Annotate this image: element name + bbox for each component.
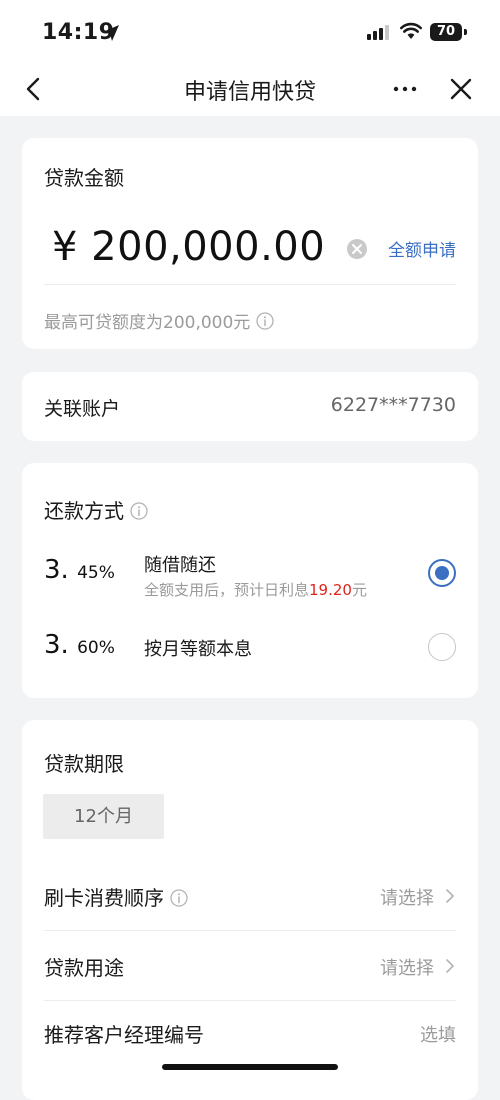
loan-amount-card: 贷款金额 ¥ 200,000.00 全额申请 最高可贷额度为200,000元	[22, 138, 478, 349]
manager-id-input[interactable]: 选填	[420, 1021, 456, 1047]
row-label: 贷款用途	[44, 956, 124, 980]
info-icon[interactable]	[256, 312, 274, 330]
home-indicator	[162, 1064, 338, 1070]
term-option-chip[interactable]: 12个月	[43, 794, 164, 839]
loan-amount-input[interactable]: ¥ 200,000.00	[52, 224, 325, 270]
linked-account-label: 关联账户	[44, 398, 121, 420]
rate-int: 3.	[44, 630, 69, 660]
daily-interest-suffix: 元	[351, 581, 367, 599]
radio-unselected[interactable]	[428, 633, 456, 661]
repayment-option-title: 随借随还	[144, 555, 216, 576]
daily-interest-amount: 19.20	[309, 581, 352, 599]
full-apply-link[interactable]: 全额申请	[388, 236, 456, 261]
battery-icon: 70	[430, 23, 462, 41]
loan-term-card: 贷款期限 12个月 刷卡消费顺序 请选择 贷款用途 请选择 推荐客户经理编号 选…	[22, 720, 478, 1100]
close-icon[interactable]	[448, 76, 474, 102]
battery-tip	[464, 29, 467, 35]
max-limit-text: 最高可贷额度为200,000元	[44, 313, 251, 333]
page-title: 申请信用快贷	[183, 80, 316, 105]
row-value: 请选择	[380, 888, 434, 909]
rate-dec: 45%	[77, 563, 115, 583]
info-icon[interactable]	[170, 889, 188, 907]
linked-account-card[interactable]: 关联账户 6227***7730	[22, 372, 478, 441]
interest-rate: 3. 60%	[44, 630, 115, 660]
divider	[44, 284, 456, 285]
row-value: 请选择	[380, 958, 434, 979]
chevron-right-icon	[446, 959, 455, 973]
divider	[44, 930, 456, 931]
linked-account-number: 6227***7730	[330, 394, 456, 416]
rate-int: 3.	[44, 555, 69, 585]
row-label: 刷卡消费顺序	[44, 882, 188, 911]
rate-dec: 60%	[77, 638, 115, 658]
more-options-icon[interactable]	[390, 76, 420, 102]
repayment-method-title: 还款方式	[44, 495, 148, 524]
loan-term-title: 贷款期限	[44, 752, 124, 776]
clear-amount-icon[interactable]	[346, 238, 368, 260]
row-label: 推荐客户经理编号	[44, 1023, 204, 1047]
nav-bar: 申请信用快贷	[0, 62, 500, 116]
info-icon[interactable]	[130, 502, 148, 520]
repayment-option-title: 按月等额本息	[144, 639, 252, 660]
repayment-method-card: 还款方式 3. 45% 随借随还 全额支用后，预计日利息19.20元 3. 60…	[22, 463, 478, 698]
location-arrow-icon	[103, 25, 119, 41]
daily-interest-note: 全额支用后，预计日利息19.20元	[144, 579, 367, 600]
row-label-text: 刷卡消费顺序	[44, 886, 164, 910]
interest-rate: 3. 45%	[44, 555, 115, 585]
divider	[44, 1000, 456, 1001]
max-limit-hint: 最高可贷额度为200,000元	[44, 308, 274, 333]
status-bar: 14:19 70	[0, 0, 500, 62]
chevron-right-icon	[446, 889, 455, 903]
loan-amount-title: 贷款金额	[44, 166, 124, 190]
daily-interest-prefix: 全额支用后，预计日利息	[144, 581, 310, 599]
repayment-method-title-text: 还款方式	[44, 499, 124, 523]
wifi-icon	[400, 22, 422, 39]
radio-selected[interactable]	[428, 559, 456, 587]
cellular-signal-icon	[367, 24, 391, 40]
